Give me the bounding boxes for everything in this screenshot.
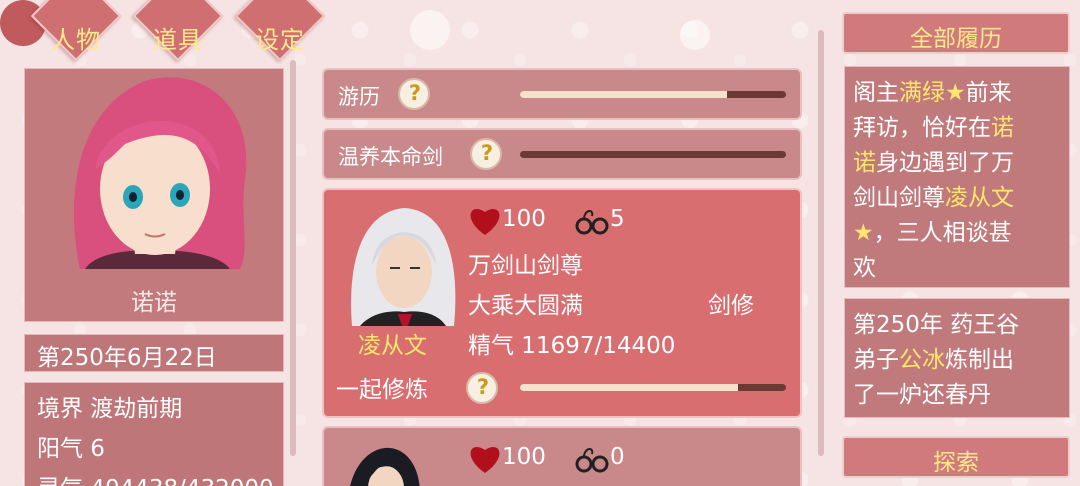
history-highlight: 诺 (853, 150, 876, 176)
npc-card[interactable]: 100 0 (322, 426, 802, 486)
history-text: 弟子 (853, 347, 899, 373)
history-line: 弟子公冰炼制出 (853, 340, 1014, 374)
tab-character[interactable]: 人物 (30, 0, 122, 76)
activity-progress-bar (520, 91, 786, 98)
npc-class: 剑修 (708, 293, 754, 319)
heart-icon (470, 209, 500, 235)
history-line: 了一炉还春丹 (853, 375, 991, 409)
explore-button[interactable]: 探索 (842, 436, 1070, 478)
blossom-decoration (680, 20, 710, 50)
npc-action-label: 一起修炼 (336, 377, 428, 403)
history-highlight: 公冰 (899, 347, 945, 373)
character-card[interactable]: 诺诺 (24, 68, 284, 322)
action-progress-bar (520, 384, 786, 391)
question-icon[interactable] (470, 138, 502, 170)
activity-progress-bar (520, 151, 786, 158)
history-line: 诺身边遇到了万 (853, 143, 1014, 177)
left-scrollbar[interactable] (290, 60, 296, 456)
character-name: 诺诺 (131, 290, 177, 316)
history-header[interactable]: 全部履历 (842, 12, 1070, 54)
tab-items[interactable]: 道具 (132, 0, 224, 76)
stat-yang: 阳气 6 (37, 436, 105, 462)
npc-bonds: 5 (610, 206, 625, 232)
tab-label: 道具 (153, 26, 203, 54)
history-text: 拜访，恰好在 (853, 115, 991, 141)
middle-scrollbar[interactable] (818, 30, 824, 456)
npc-portrait (351, 208, 456, 326)
stat-spirit: 灵气 404438/432000 (37, 469, 274, 486)
history-text: 炼制出 (945, 347, 1014, 373)
npc-realm: 大乘大圆满 (468, 293, 583, 319)
stats-panel: 境界 渡劫前期 阳气 6 灵气 404438/432000 (24, 382, 284, 486)
history-entry: 阁主满绿★前来 拜访，恰好在诺 诺身边遇到了万 剑山剑尊凌从文 ★，三人相谈甚欢 (844, 66, 1070, 288)
question-icon[interactable] (466, 372, 498, 404)
history-line: 欢 (853, 248, 876, 282)
history-highlight: 诺 (991, 115, 1014, 141)
history-line: 第250年 药王谷 (853, 305, 1019, 339)
history-line: 剑山剑尊凌从文 (853, 178, 1014, 212)
question-icon[interactable] (398, 78, 430, 110)
date-text: 第250年6月22日 (37, 345, 217, 371)
npc-card[interactable]: 凌从文 100 5 万剑山剑尊 大乘大圆满 剑修 精气 11697/14400 … (322, 188, 802, 418)
heart-icon (470, 447, 500, 473)
blossom-decoration (410, 10, 450, 50)
handcuffs-icon (575, 448, 609, 473)
history-line: 拜访，恰好在诺 (853, 108, 1014, 142)
progress-fill (520, 91, 728, 98)
stat-realm: 境界 渡劫前期 (37, 396, 183, 422)
history-text: 第250年 药王谷 (853, 312, 1020, 338)
progress-fill (520, 384, 739, 391)
npc-bonds: 0 (610, 444, 625, 470)
history-line: ★，三人相谈甚 (853, 213, 1012, 247)
npc-hp: 100 (502, 206, 546, 232)
tab-label: 设定 (255, 26, 305, 54)
tab-settings[interactable]: 设定 (234, 0, 326, 76)
history-line: 阁主满绿★前来 (853, 73, 1012, 107)
history-text: ，三人相谈甚 (873, 220, 1012, 246)
npc-essence: 精气 11697/14400 (468, 333, 676, 359)
history-text: 了一炉还春丹 (853, 382, 991, 408)
history-text: 身边遇到了万 (876, 150, 1014, 176)
npc-name: 凌从文 (358, 333, 427, 359)
handcuffs-icon (575, 210, 609, 235)
activity-row[interactable]: 游历 (322, 68, 802, 120)
history-text: 前来 (965, 80, 1012, 106)
history-text: 剑山剑尊 (853, 185, 945, 211)
npc-hp: 100 (502, 444, 546, 470)
character-portrait (73, 77, 247, 269)
activity-row[interactable]: 温养本命剑 (322, 128, 802, 180)
history-highlight: 凌从文 (945, 185, 1014, 211)
activity-label: 游历 (338, 85, 380, 109)
history-entry: 第250年 药王谷 弟子公冰炼制出了一炉还春丹 (844, 298, 1070, 418)
npc-portrait (350, 447, 420, 486)
date-display: 第250年6月22日 (24, 334, 284, 372)
activity-label: 温养本命剑 (338, 145, 443, 169)
history-highlight: 满绿★ (899, 80, 966, 106)
history-highlight: ★ (853, 220, 874, 246)
history-text: 欢 (853, 255, 876, 281)
history-text: 阁主 (853, 80, 899, 106)
tab-label: 人物 (51, 26, 101, 54)
npc-title: 万剑山剑尊 (468, 253, 583, 279)
